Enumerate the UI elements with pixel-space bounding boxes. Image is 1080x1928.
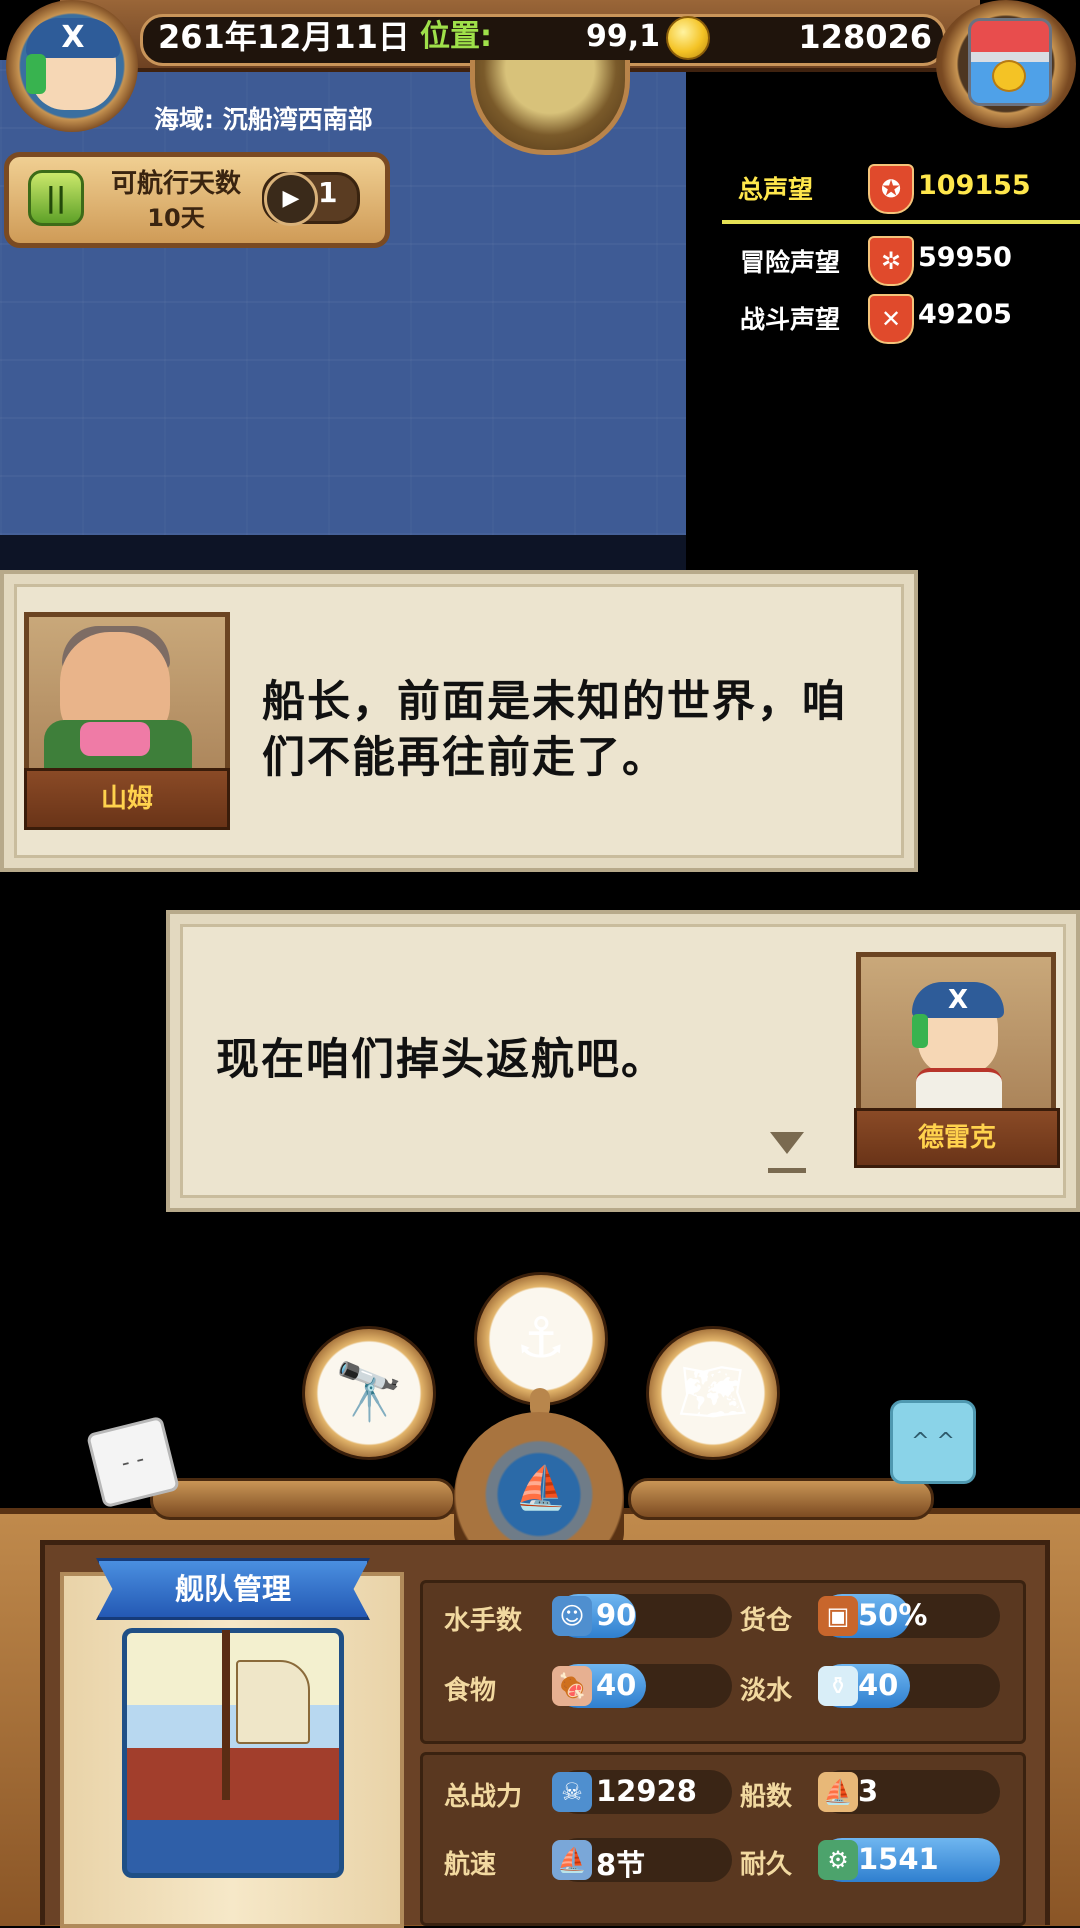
crossed-swords-icon: ✕: [868, 294, 914, 344]
adventure-reputation-value: 59950: [918, 242, 1012, 273]
world-map-button[interactable]: 🗺: [646, 1326, 780, 1460]
dialogue-text-drake: 现在咱们掉头返航吧。: [216, 1035, 666, 1085]
dialogue-text-sam: 船长，前面是未知的世界，咱 们不能再往前走了。: [262, 674, 902, 786]
next-dialogue-arrow-icon[interactable]: [770, 1132, 804, 1154]
speed-multiplier: 1: [318, 176, 338, 209]
ship-mast: [222, 1630, 230, 1800]
drake-hair: [912, 1014, 928, 1048]
sailing-speed-label: 航速: [444, 1850, 497, 1880]
shield-icon: ✪: [868, 164, 914, 214]
gold-amount: 128026: [798, 18, 932, 56]
sailing-speed-value: 8节: [596, 1848, 646, 1882]
sailing-days-label: 可航行天数: [110, 169, 241, 199]
sailors-label: 水手数: [444, 1606, 523, 1636]
pause-button[interactable]: ||: [28, 170, 84, 226]
left-decorative-arm: [150, 1478, 456, 1520]
adventure-reputation-label: 冒险声望: [740, 248, 841, 277]
avatar-bandana: X: [26, 18, 120, 58]
ship-count-label: 船数: [740, 1782, 793, 1812]
durability-label: 耐久: [740, 1850, 793, 1880]
combat-power-value: 12928: [596, 1774, 697, 1808]
sea-map-edge: [0, 535, 686, 571]
speaker-nameplate-drake: 德雷克: [854, 1108, 1060, 1168]
next-dialogue-underline: [768, 1168, 806, 1173]
world-map-icon: 🗺: [677, 1360, 749, 1425]
reputation-divider: [722, 220, 1080, 224]
hull-icon: ⚙: [818, 1840, 858, 1880]
drake-bandana: X: [912, 982, 1004, 1018]
food-value: 40: [596, 1668, 637, 1702]
combat-power-label: 总战力: [444, 1782, 523, 1812]
total-reputation-label: 总声望: [738, 175, 814, 204]
water-jug-icon: ⚱: [818, 1666, 858, 1706]
game-date: 261年12月11日: [158, 18, 410, 56]
telescope-button[interactable]: 🔭: [302, 1326, 436, 1460]
cargo-value: 50%: [858, 1598, 928, 1632]
skull-crossbones-icon: ☠: [552, 1772, 592, 1812]
total-reputation-value: 109155: [918, 170, 1031, 201]
ship-count-value: 3: [858, 1774, 879, 1808]
sam-scarf: [80, 722, 150, 756]
ship-icon: ⛵: [514, 1463, 568, 1512]
battle-reputation-label: 战斗声望: [740, 305, 841, 334]
position-value: 99,1: [585, 19, 660, 54]
compass-rose-icon: ✲: [868, 236, 914, 286]
sailors-value: 90: [596, 1598, 637, 1632]
ship-count-icon: ⛵: [818, 1772, 858, 1812]
ship-sail: [236, 1660, 310, 1744]
food-label: 食物: [444, 1676, 497, 1706]
gold-coin-icon: [666, 16, 710, 60]
position-label: 位置:: [420, 19, 492, 54]
sea-region-label: 海域: 沉船湾西南部: [154, 105, 373, 134]
avatar-hair: [26, 54, 46, 94]
anchor-button[interactable]: ⚓: [474, 1272, 608, 1406]
ship-cross-section-image[interactable]: [122, 1628, 344, 1878]
cargo-label: 货仓: [740, 1606, 793, 1636]
fleet-management-title[interactable]: 舰队管理: [96, 1558, 370, 1620]
water-label: 淡水: [740, 1676, 793, 1706]
battle-reputation-value: 49205: [918, 299, 1012, 330]
right-decorative-arm: [628, 1478, 934, 1520]
cargo-crate-icon: ▣: [818, 1596, 858, 1636]
speaker-nameplate-sam: 山姆: [24, 768, 230, 830]
anchor-icon: ⚓: [515, 1306, 567, 1371]
sailboat-icon: ⛵: [552, 1840, 592, 1880]
drake-body: [916, 1068, 1002, 1112]
meat-icon: 🍖: [552, 1666, 592, 1706]
telescope-icon: 🔭: [334, 1360, 404, 1425]
water-value: 40: [858, 1668, 899, 1702]
dialogue-line-1: 船长，前面是未知的世界，咱: [262, 677, 847, 727]
play-icon[interactable]: ▶: [264, 172, 318, 226]
dialogue-line-2: 们不能再往前走了。: [262, 733, 667, 783]
sailing-days-value: 10天: [147, 204, 205, 232]
durability-value: 1541: [858, 1842, 939, 1876]
sailor-icon: ☺: [552, 1596, 592, 1636]
blue-cat-mascot[interactable]: ^ ^: [890, 1400, 976, 1484]
chest-gold-icon: [992, 60, 1026, 92]
